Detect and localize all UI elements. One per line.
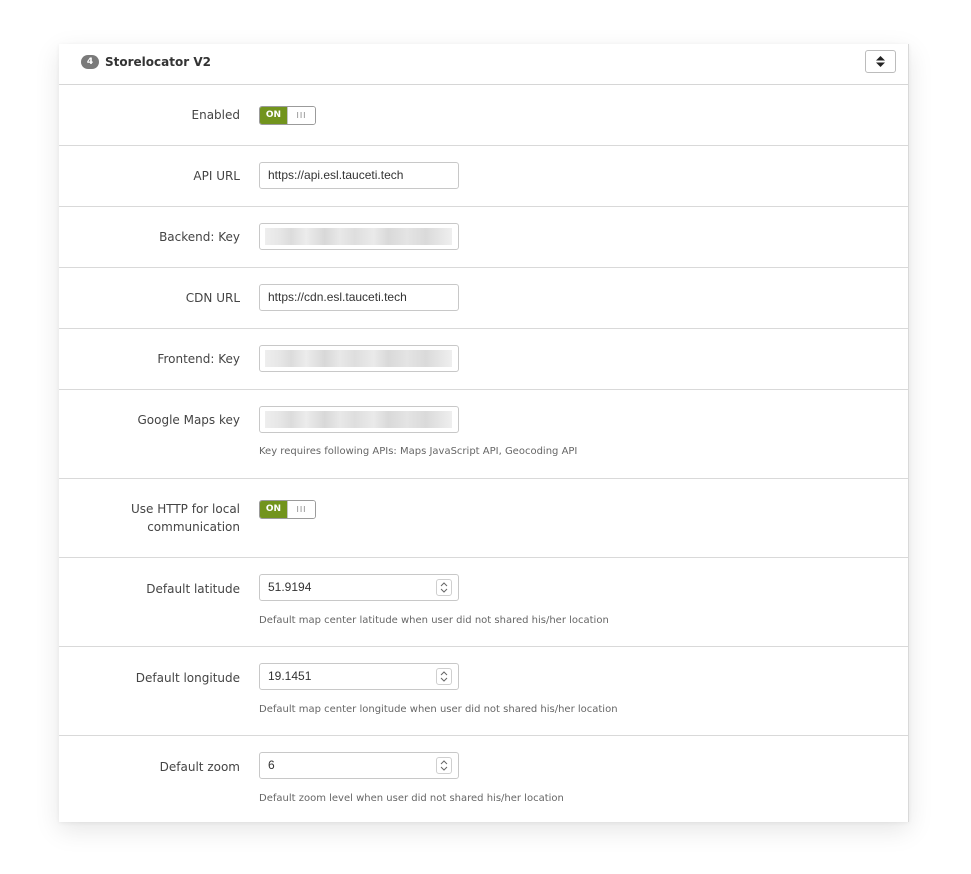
api-url-input[interactable]: https://api.esl.tauceti.tech [259,162,459,189]
spinner-arrows-icon [440,760,448,771]
row-default-longitude: Default longitude 19.1451 Default map ce… [59,647,908,736]
toggle-on-label: ON [260,501,287,518]
row-google-maps-key: Google Maps key Key requires following A… [59,390,908,479]
google-maps-key-help: Key requires following APIs: Maps JavaSc… [259,446,578,457]
default-zoom-value: 6 [268,758,275,772]
default-latitude-value: 51.9194 [268,580,312,594]
row-frontend-key: Frontend: Key [59,329,908,390]
row-default-zoom: Default zoom 6 Default zoom level when u… [59,736,908,822]
panel-badge: 4 [81,55,99,69]
default-zoom-input[interactable]: 6 [259,752,459,779]
row-backend-key: Backend: Key [59,207,908,268]
default-latitude-help: Default map center latitude when user di… [259,615,609,626]
row-use-http: Use HTTP for local communication ON III [59,479,908,558]
row-enabled: Enabled ON III [59,85,908,146]
default-longitude-input[interactable]: 19.1451 [259,663,459,690]
default-latitude-label: Default latitude [146,582,240,596]
panel-header: 4 Storelocator V2 [59,44,908,85]
panel-title: Storelocator V2 [105,55,211,69]
api-url-label: API URL [193,169,240,183]
default-longitude-value: 19.1451 [268,669,312,683]
enabled-toggle[interactable]: ON III [259,106,316,125]
default-zoom-help: Default zoom level when user did not sha… [259,793,564,804]
row-default-latitude: Default latitude 51.9194 Default map cen… [59,558,908,647]
default-longitude-label: Default longitude [135,671,240,685]
sort-icon [876,56,885,67]
redacted-value [265,350,452,367]
frontend-key-label: Frontend: Key [157,352,240,366]
use-http-toggle[interactable]: ON III [259,500,316,519]
default-longitude-help: Default map center longitude when user d… [259,704,618,715]
toggle-handle[interactable]: III [287,501,315,518]
spinner-arrows-icon [440,582,448,593]
storelocator-panel: 4 Storelocator V2 Enabled ON III API URL… [59,44,909,822]
cdn-url-label: CDN URL [185,291,240,305]
toggle-handle[interactable]: III [287,107,315,124]
redacted-value [265,228,452,245]
cdn-url-input[interactable]: https://cdn.esl.tauceti.tech [259,284,459,311]
backend-key-input[interactable] [259,223,459,250]
row-cdn-url: CDN URL https://cdn.esl.tauceti.tech [59,268,908,329]
redacted-value [265,411,452,428]
use-http-label-line2: communication [147,520,240,534]
latitude-spinner[interactable] [436,579,452,596]
row-api-url: API URL https://api.esl.tauceti.tech [59,146,908,207]
google-maps-key-input[interactable] [259,406,459,433]
toggle-on-label: ON [260,107,287,124]
default-latitude-input[interactable]: 51.9194 [259,574,459,601]
enabled-label: Enabled [191,108,241,122]
longitude-spinner[interactable] [436,668,452,685]
spinner-arrows-icon [440,671,448,682]
collapse-button[interactable] [865,50,896,73]
default-zoom-label: Default zoom [159,760,240,774]
zoom-spinner[interactable] [436,757,452,774]
backend-key-label: Backend: Key [159,230,240,244]
use-http-label-line1: Use HTTP for local [130,502,240,516]
frontend-key-input[interactable] [259,345,459,372]
google-maps-key-label: Google Maps key [137,413,240,427]
